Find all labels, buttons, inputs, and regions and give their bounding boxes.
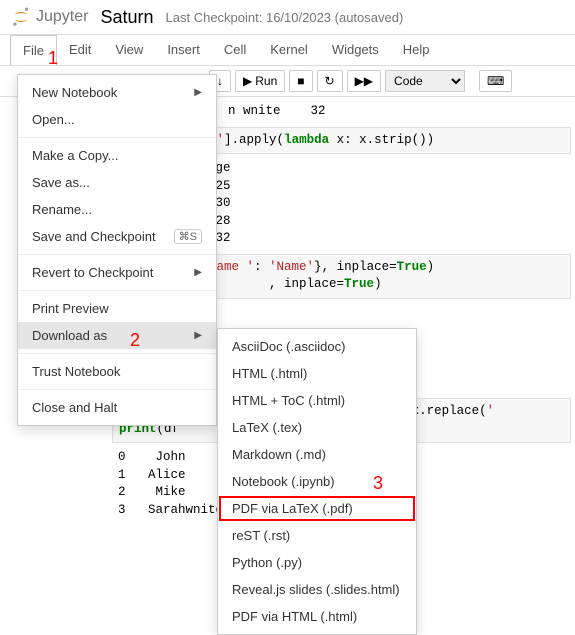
menu-cell[interactable]: Cell [212,35,258,65]
menu-close-halt[interactable]: Close and Halt [18,394,216,421]
restart-button[interactable]: ↻ [317,70,343,92]
header: Jupyter Saturn Last Checkpoint: 16/10/20… [0,0,575,34]
menu-insert[interactable]: Insert [155,35,212,65]
annotation-2: 2 [130,330,140,351]
menu-widgets[interactable]: Widgets [320,35,391,65]
annotation-1: 1 [48,48,58,69]
jupyter-icon [10,6,32,28]
jupyter-logo: Jupyter [10,6,88,28]
run-button[interactable]: ▶ Run [235,70,285,92]
menu-save-checkpoint[interactable]: Save and Checkpoint⌘S [18,223,216,250]
logo-text: Jupyter [36,8,88,26]
dl-latex[interactable]: LaTeX (.tex) [218,414,416,441]
notebook-title[interactable]: Saturn [100,7,153,28]
dl-pdf-html[interactable]: PDF via HTML (.html) [218,603,416,630]
dl-rest[interactable]: reST (.rst) [218,522,416,549]
menu-trust[interactable]: Trust Notebook [18,358,216,385]
kbd-shortcut: ⌘S [174,229,202,244]
menu-help[interactable]: Help [391,35,442,65]
celltype-select[interactable]: Code [385,70,465,92]
dl-reveal[interactable]: Reveal.js slides (.slides.html) [218,576,416,603]
file-dropdown: New Notebook▶ Open... Make a Copy... Sav… [17,74,217,426]
menu-make-copy[interactable]: Make a Copy... [18,142,216,169]
dl-pdf-latex[interactable]: PDF via LaTeX (.pdf) [218,495,416,522]
menu-revert[interactable]: Revert to Checkpoint▶ [18,259,216,286]
chevron-right-icon: ▶ [194,267,202,278]
dl-notebook[interactable]: Notebook (.ipynb) [218,468,416,495]
checkpoint-text: Last Checkpoint: 16/10/2023 (autosaved) [166,10,404,25]
menu-view[interactable]: View [103,35,155,65]
menu-kernel[interactable]: Kernel [258,35,320,65]
download-submenu: AsciiDoc (.asciidoc) HTML (.html) HTML +… [217,328,417,635]
chevron-right-icon: ▶ [194,87,202,98]
annotation-3: 3 [373,473,383,494]
chevron-right-icon: ▶ [194,330,202,341]
menu-edit[interactable]: Edit [57,35,103,65]
menu-rename[interactable]: Rename... [18,196,216,223]
dl-html-toc[interactable]: HTML + ToC (.html) [218,387,416,414]
stop-button[interactable]: ■ [289,70,312,92]
menu-print-preview[interactable]: Print Preview [18,295,216,322]
dl-asciidoc[interactable]: AsciiDoc (.asciidoc) [218,333,416,360]
fastforward-button[interactable]: ▶▶ [347,70,381,92]
menu-open[interactable]: Open... [18,106,216,133]
menubar: File Edit View Insert Cell Kernel Widget… [0,34,575,66]
menu-save-as[interactable]: Save as... [18,169,216,196]
dl-python[interactable]: Python (.py) [218,549,416,576]
dl-markdown[interactable]: Markdown (.md) [218,441,416,468]
menu-download-as[interactable]: Download as▶ [18,322,216,349]
menu-new-notebook[interactable]: New Notebook▶ [18,79,216,106]
keyboard-button[interactable]: ⌨ [479,70,512,92]
dl-html[interactable]: HTML (.html) [218,360,416,387]
